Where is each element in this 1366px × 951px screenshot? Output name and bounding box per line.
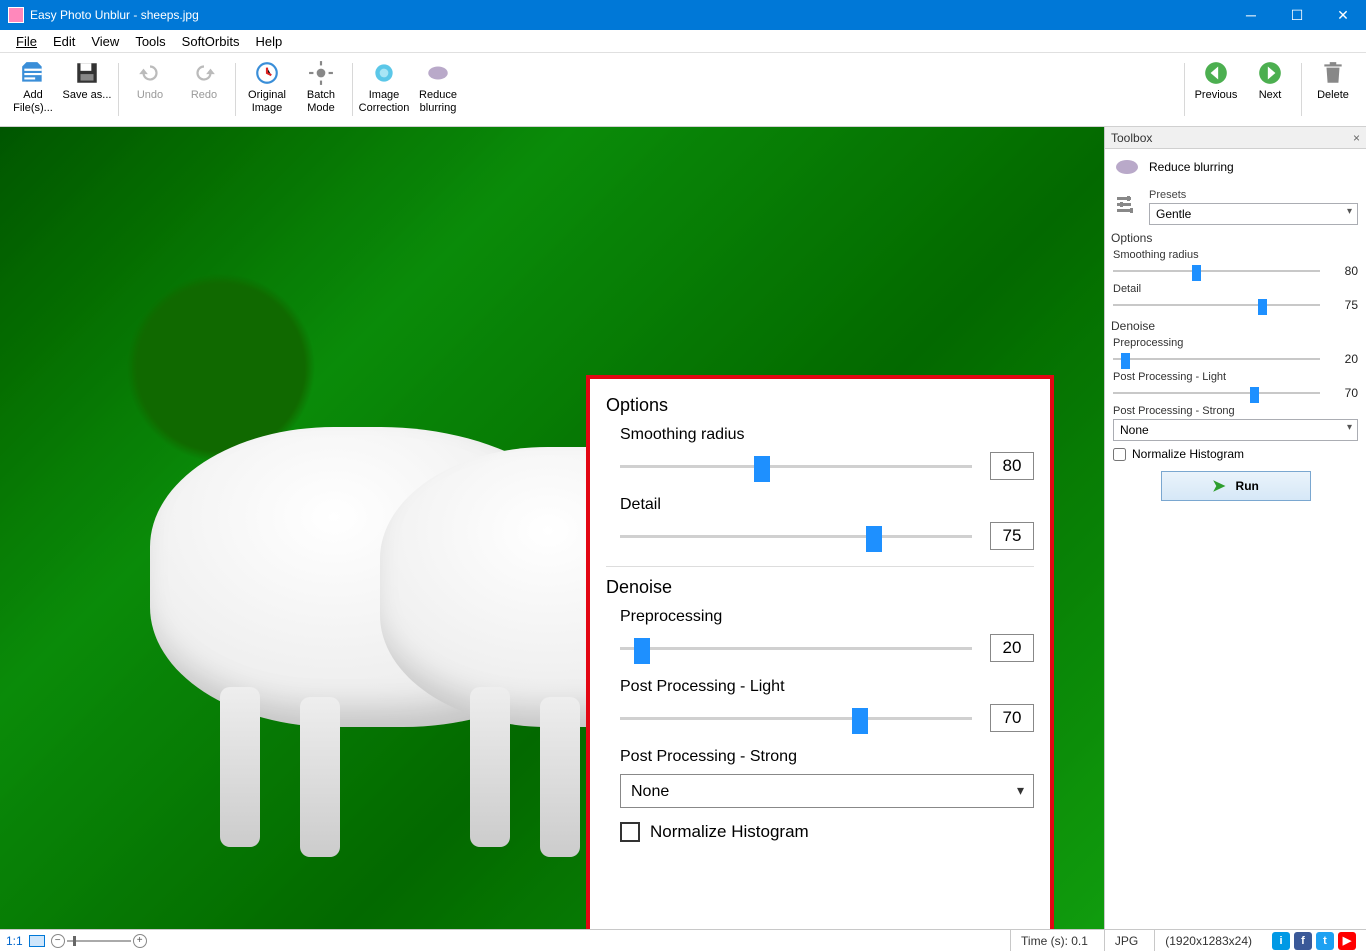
menu-help[interactable]: Help (247, 32, 290, 51)
pplight-label: Post Processing - Light (620, 678, 1034, 696)
toolbox-title: Reduce blurring (1149, 160, 1234, 174)
checkbox-input[interactable] (1113, 448, 1126, 461)
denoise-section: Denoise (1111, 319, 1358, 333)
tb-pplight-value: 70 (1328, 386, 1358, 400)
denoise-heading: Denoise (606, 577, 1034, 598)
status-time: Time (s): 0.1 (1010, 930, 1098, 951)
facebook-icon[interactable]: f (1294, 932, 1312, 950)
presets-select[interactable]: Gentle (1149, 203, 1358, 225)
window-title: Easy Photo Unblur - sheeps.jpg (30, 8, 1228, 22)
info-icon[interactable]: i (1272, 932, 1290, 950)
menu-softorbits[interactable]: SoftOrbits (174, 32, 248, 51)
options-heading: Options (606, 395, 1034, 416)
zoom-ratio[interactable]: 1:1 (6, 934, 23, 948)
zoom-in-button[interactable]: + (133, 934, 147, 948)
toolbar: Add File(s)... Save as... Undo Redo Orig… (0, 53, 1366, 127)
detail-label: Detail (620, 496, 1034, 514)
menu-file[interactable]: File (8, 32, 45, 51)
minimize-button[interactable]: ─ (1228, 0, 1274, 30)
add-files-button[interactable]: Add File(s)... (6, 57, 60, 116)
image-canvas[interactable]: Options Smoothing radius 80 Detail 75 De… (0, 127, 1104, 929)
zoom-out-button[interactable]: − (51, 934, 65, 948)
fit-icon[interactable] (29, 935, 45, 947)
status-bar: 1:1 − + Time (s): 0.1 JPG (1920x1283x24)… (0, 929, 1366, 951)
presets-label: Presets (1149, 189, 1358, 201)
batch-mode-button[interactable]: Batch Mode (294, 57, 348, 116)
toolbox-close-icon[interactable]: × (1353, 131, 1360, 145)
original-image-button[interactable]: Original Image (240, 57, 294, 116)
undo-icon (136, 59, 164, 87)
tb-smoothing-label: Smoothing radius (1113, 249, 1358, 261)
tb-ppstrong-label: Post Processing - Strong (1113, 405, 1358, 417)
preprocessing-label: Preprocessing (620, 608, 1034, 626)
run-button[interactable]: ➤ Run (1161, 471, 1311, 501)
tb-pplight-slider[interactable] (1113, 385, 1320, 401)
tb-smoothing-value: 80 (1328, 264, 1358, 278)
tb-ppstrong-select[interactable]: None (1113, 419, 1358, 441)
detail-slider[interactable] (620, 526, 972, 546)
undo-button[interactable]: Undo (123, 57, 177, 104)
normalize-checkbox[interactable]: Normalize Histogram (620, 822, 1034, 842)
redo-button[interactable]: Redo (177, 57, 231, 104)
menu-view[interactable]: View (83, 32, 127, 51)
arrow-right-icon (1256, 59, 1284, 87)
tb-preprocessing-value: 20 (1328, 352, 1358, 366)
options-callout: Options Smoothing radius 80 Detail 75 De… (586, 375, 1054, 929)
ppstrong-label: Post Processing - Strong (620, 748, 1034, 766)
gear-icon (307, 59, 335, 87)
youtube-icon[interactable]: ▶ (1338, 932, 1356, 950)
status-dimensions: (1920x1283x24) (1154, 930, 1262, 951)
blur-icon (424, 59, 452, 87)
close-button[interactable]: ✕ (1320, 0, 1366, 30)
previous-button[interactable]: Previous (1189, 57, 1243, 104)
trash-icon (1319, 59, 1347, 87)
tb-normalize-checkbox[interactable]: Normalize Histogram (1113, 447, 1358, 461)
ppstrong-select[interactable]: None (620, 774, 1034, 808)
app-icon (8, 7, 24, 23)
menu-edit[interactable]: Edit (45, 32, 83, 51)
checkbox-icon (620, 822, 640, 842)
pplight-slider[interactable] (620, 708, 972, 728)
save-as-button[interactable]: Save as... (60, 57, 114, 116)
preprocessing-value[interactable]: 20 (990, 634, 1034, 662)
tb-detail-value: 75 (1328, 298, 1358, 312)
status-format: JPG (1104, 930, 1148, 951)
tb-preprocessing-label: Preprocessing (1113, 337, 1358, 349)
tb-preprocessing-slider[interactable] (1113, 351, 1320, 367)
presets-icon (1113, 193, 1141, 217)
detail-value[interactable]: 75 (990, 522, 1034, 550)
clock-icon (253, 59, 281, 87)
options-section: Options (1111, 231, 1358, 245)
tb-smoothing-slider[interactable] (1113, 263, 1320, 279)
reduce-blurring-button[interactable]: Reduce blurring (411, 57, 465, 116)
menu-bar: File Edit View Tools SoftOrbits Help (0, 30, 1366, 53)
toolbox-panel: Toolbox × Reduce blurring Presets Gentle… (1104, 127, 1366, 929)
run-arrow-icon: ➤ (1212, 476, 1225, 496)
toolbox-header: Toolbox × (1105, 127, 1366, 149)
save-icon (73, 59, 101, 87)
main-area: Options Smoothing radius 80 Detail 75 De… (0, 127, 1366, 929)
image-correction-button[interactable]: Image Correction (357, 57, 411, 116)
smoothing-value[interactable]: 80 (990, 452, 1034, 480)
twitter-icon[interactable]: t (1316, 932, 1334, 950)
tb-detail-slider[interactable] (1113, 297, 1320, 313)
pplight-value[interactable]: 70 (990, 704, 1034, 732)
next-button[interactable]: Next (1243, 57, 1297, 104)
maximize-button[interactable]: ☐ (1274, 0, 1320, 30)
arrow-left-icon (1202, 59, 1230, 87)
title-bar: Easy Photo Unblur - sheeps.jpg ─ ☐ ✕ (0, 0, 1366, 30)
tb-pplight-label: Post Processing - Light (1113, 371, 1358, 383)
sparkle-icon (370, 59, 398, 87)
blur-icon (1113, 155, 1141, 179)
zoom-slider[interactable]: − + (51, 934, 147, 948)
tb-detail-label: Detail (1113, 283, 1358, 295)
redo-icon (190, 59, 218, 87)
menu-tools[interactable]: Tools (127, 32, 173, 51)
smoothing-label: Smoothing radius (620, 426, 1034, 444)
smoothing-slider[interactable] (620, 456, 972, 476)
add-files-icon (19, 59, 47, 87)
delete-button[interactable]: Delete (1306, 57, 1360, 104)
preprocessing-slider[interactable] (620, 638, 972, 658)
